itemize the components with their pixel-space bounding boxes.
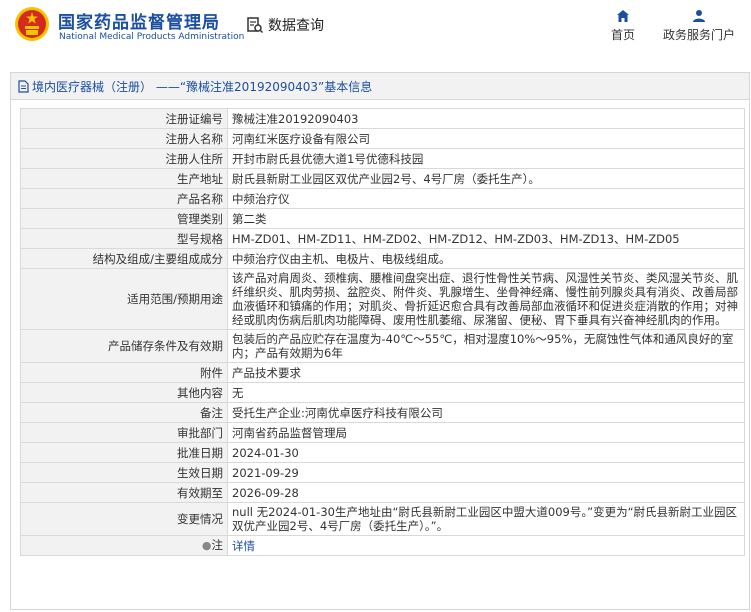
table-row: 适用范围/预期用途 该产品对肩周炎、颈椎病、腰椎间盘突出症、退行性骨性关节病、风湿…: [20, 268, 745, 330]
row-value: 豫械注准20192090403: [227, 108, 745, 129]
row-value: 河南红米医疗设备有限公司: [227, 128, 745, 149]
panel-title: 境内医疗器械（注册） —— “豫械注准20192090403”基本信息: [11, 73, 749, 100]
national-emblem-icon: [15, 7, 49, 41]
row-value: 中频治疗仪由主机、电极片、电极线组成。: [227, 248, 745, 269]
row-value: 2021-09-29: [227, 462, 745, 483]
row-value: 包装后的产品应贮存在温度为-40℃～55℃，相对湿度10%～95%，无腐蚀性气体…: [227, 329, 745, 363]
row-label: 附件: [20, 362, 228, 383]
row-label: 注册证编号: [20, 108, 228, 129]
row-value: 2024-01-30: [227, 442, 745, 463]
user-icon: [693, 10, 705, 22]
table-row: 注册证编号 豫械注准20192090403: [20, 108, 745, 129]
data-query-label: 数据查询: [268, 18, 324, 34]
row-label: 结构及组成/主要组成成分: [20, 248, 228, 269]
table-row: 有效期至 2026-09-28: [20, 482, 745, 503]
site-logo-title[interactable]: 国家药品监督管理局: [58, 8, 220, 33]
row-value: 开封市尉氏县优德大道1号优德科技园: [227, 148, 745, 169]
site-logo-subtitle: National Medical Products Administration: [59, 32, 245, 42]
row-value: 受托生产企业:河南优卓医疗科技有限公司: [227, 402, 745, 423]
lightbulb-icon: ●: [201, 539, 212, 552]
table-row: 备注 受托生产企业:河南优卓医疗科技有限公司: [20, 402, 745, 423]
row-label: 有效期至: [20, 482, 228, 503]
table-row: 注册人住所 开封市尉氏县优德大道1号优德科技园: [20, 148, 745, 169]
row-label: 生产地址: [20, 168, 228, 189]
row-label: 变更情况: [20, 502, 228, 536]
info-table: 注册证编号 豫械注准20192090403 注册人名称 河南红米医疗设备有限公司 注册人…: [20, 108, 745, 556]
table-row: 审批部门 河南省药品监督管理局: [20, 422, 745, 443]
row-label: 批准日期: [20, 442, 228, 463]
row-label: 产品储存条件及有效期: [20, 329, 228, 363]
table-row: 型号规格 HM-ZD01、HM-ZD11、HM-ZD02、HM-ZD12、HM-Z…: [20, 228, 745, 249]
document-icon: [18, 79, 29, 93]
row-value: 2026-09-28: [227, 482, 745, 503]
detail-panel: 境内医疗器械（注册） —— “豫械注准20192090403”基本信息 注册证编…: [10, 72, 750, 610]
data-search-icon: [247, 17, 264, 34]
table-row: 产品储存条件及有效期 包装后的产品应贮存在温度为-40℃～55℃，相对湿度10%～…: [20, 329, 745, 363]
row-value: null 无2024-01-30生产地址由“尉氏县新尉工业园区中盟大道009号。…: [227, 502, 745, 536]
note-value-cell: 详情: [227, 535, 745, 556]
row-value: 产品技术要求: [227, 362, 745, 383]
row-label: 适用范围/预期用途: [20, 268, 228, 330]
panel-title-prefix: 境内医疗器械（注册） ——: [32, 79, 180, 94]
table-row: 变更情况 null 无2024-01-30生产地址由“尉氏县新尉工业园区中盟大道0…: [20, 502, 745, 536]
row-label: 审批部门: [20, 422, 228, 443]
nav-service-portal[interactable]: 政务服务门户: [660, 8, 738, 43]
row-value: HM-ZD01、HM-ZD11、HM-ZD02、HM-ZD12、HM-ZD03、…: [227, 228, 745, 249]
table-row: 生效日期 2021-09-29: [20, 462, 745, 483]
row-value: 无: [227, 382, 745, 403]
row-label: 生效日期: [20, 462, 228, 483]
nav-home-label: 首页: [610, 28, 635, 42]
table-row: 其他内容无: [20, 382, 745, 403]
table-row: 注册人名称 河南红米医疗设备有限公司: [20, 128, 745, 149]
row-label: 管理类别: [20, 208, 228, 229]
info-table-wrap: 注册证编号 豫械注准20192090403 注册人名称 河南红米医疗设备有限公司 注册人…: [11, 100, 749, 556]
table-row-note: ●注 详情: [20, 535, 745, 556]
row-value: 该产品对肩周炎、颈椎病、腰椎间盘突出症、退行性骨性关节病、风湿性关节炎、类风湿关…: [227, 268, 745, 330]
panel-title-main: “豫械注准20192090403”基本信息: [179, 79, 373, 94]
row-label: 其他内容: [20, 382, 228, 403]
nav-portal-label: 政务服务门户: [662, 28, 735, 42]
row-label: 注册人住所: [20, 148, 228, 169]
table-row: 管理类别 第二类: [20, 208, 745, 229]
details-link[interactable]: 详情: [232, 539, 255, 553]
table-row: 生产地址 尉氏县新尉工业园区双优产业园2号、4号厂房（委托生产）。: [20, 168, 745, 189]
data-query-link[interactable]: 数据查询: [246, 14, 324, 36]
table-row: 附件 产品技术要求: [20, 362, 745, 383]
row-label: 型号规格: [20, 228, 228, 249]
row-value: 中频治疗仪: [227, 188, 745, 209]
row-value: 第二类: [227, 208, 745, 229]
nav-home[interactable]: 首页: [607, 8, 639, 43]
row-label: 注册人名称: [20, 128, 228, 149]
row-label: 产品名称: [20, 188, 228, 209]
note-label-cell: ●注: [20, 535, 228, 556]
row-label: 备注: [20, 402, 228, 423]
note-label: 注: [211, 538, 224, 552]
row-value: 河南省药品监督管理局: [227, 422, 745, 443]
table-row: 结构及组成/主要组成成分 中频治疗仪由主机、电极片、电极线组成。: [20, 248, 745, 269]
row-value: 尉氏县新尉工业园区双优产业园2号、4号厂房（委托生产）。: [227, 168, 745, 189]
table-row: 批准日期 2024-01-30: [20, 442, 745, 463]
table-row: 产品名称 中频治疗仪: [20, 188, 745, 209]
home-icon: [617, 10, 629, 22]
site-header: 国家药品监督管理局 National Medical Products Admi…: [0, 0, 751, 56]
